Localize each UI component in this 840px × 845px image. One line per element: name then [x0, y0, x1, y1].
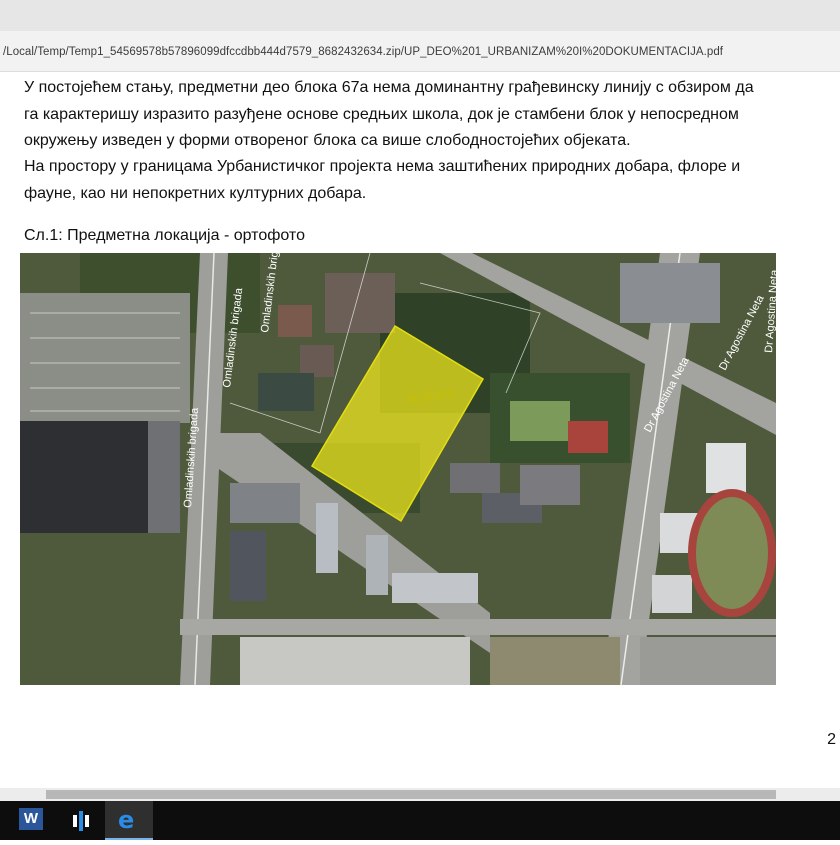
word-icon: W — [19, 808, 43, 830]
paragraph-1-line-3: окружењу изведен у форми отвореног блока… — [24, 132, 631, 149]
page-number: 2 — [827, 731, 836, 748]
orthophoto-map: BLOK 67A Omladinskih brigada Omladinskih… — [20, 253, 776, 685]
pdf-page: У постојећем стању, предметни део блока … — [0, 72, 840, 788]
taskbar: W e — [0, 801, 840, 840]
url-text[interactable]: /Local/Temp/Temp1_54569578b57896099dfccd… — [3, 46, 723, 58]
pin-app-icon — [73, 811, 89, 831]
paragraph-1-line-1: У постојећем стању, предметни део блока … — [24, 79, 754, 96]
paragraph-2: На простору у границама Урбанистичког пр… — [24, 154, 840, 207]
paragraph-2-line-1: На простору у границама Урбанистичког пр… — [24, 158, 741, 175]
orthophoto-svg: BLOK 67A Omladinskih brigada Omladinskih… — [20, 253, 776, 685]
horizontal-scrollbar[interactable] — [0, 788, 840, 801]
scrollbar-thumb[interactable] — [46, 790, 776, 799]
edge-icon: e — [118, 806, 135, 834]
taskbar-word-button[interactable]: W — [7, 801, 55, 840]
browser-title-bar — [0, 0, 840, 31]
figure-caption: Сл.1: Предметна локација - ортофото — [24, 227, 305, 244]
paragraph-2-line-2: фауне, као ни непокретних културних доба… — [24, 184, 367, 202]
taskbar-edge-button[interactable]: e — [105, 801, 153, 840]
paragraph-1: У постојећем стању, предметни део блока … — [24, 75, 840, 155]
paragraph-1-line-2: га карактеришу изразито разуђене основе … — [24, 105, 739, 123]
taskbar-app-button[interactable] — [57, 801, 105, 840]
address-bar[interactable]: /Local/Temp/Temp1_54569578b57896099dfccd… — [0, 31, 840, 72]
